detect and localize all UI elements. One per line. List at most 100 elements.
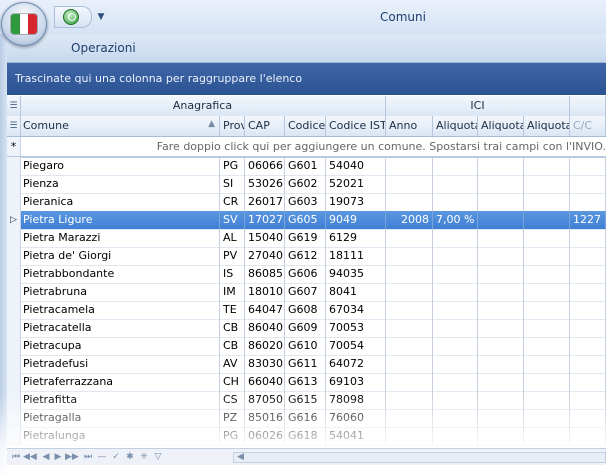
cell-codice-istat[interactable]: 67034 bbox=[326, 301, 386, 319]
row-selector-header-icon[interactable]: ☰ bbox=[7, 116, 21, 136]
table-row[interactable]: Pienza SI 53026 G602 52021 bbox=[7, 175, 606, 194]
cell-cc[interactable] bbox=[570, 193, 606, 211]
cell-aliquota-3[interactable] bbox=[524, 175, 570, 193]
cell-aliquota-3[interactable] bbox=[524, 337, 570, 355]
table-row[interactable]: Pietraferrazzana CH 66040 G613 69103 bbox=[7, 373, 606, 392]
cell-aliquota-2[interactable] bbox=[478, 175, 524, 193]
cell-comune[interactable]: Pietralunga bbox=[20, 427, 220, 445]
cell-aliquota-3[interactable] bbox=[524, 355, 570, 373]
cell-codice[interactable]: G613 bbox=[285, 373, 326, 391]
cell-aliquota-2[interactable] bbox=[478, 391, 524, 409]
cell-aliquota-1[interactable] bbox=[433, 319, 478, 337]
cell-aliquota-1[interactable] bbox=[433, 373, 478, 391]
cell-cc[interactable] bbox=[570, 247, 606, 265]
cell-aliquota-3[interactable] bbox=[524, 265, 570, 283]
current-row-indicator-icon[interactable]: ▷ bbox=[7, 211, 21, 229]
cell-prov[interactable]: PG bbox=[220, 427, 245, 445]
cell-aliquota-2[interactable] bbox=[478, 337, 524, 355]
cell-aliquota-1[interactable] bbox=[433, 193, 478, 211]
nav-apply-icon[interactable]: ✓ bbox=[111, 451, 121, 463]
cell-prov[interactable]: PG bbox=[220, 157, 245, 175]
cell-prov[interactable]: TE bbox=[220, 301, 245, 319]
table-row[interactable]: Piegaro PG 06066 G601 54040 bbox=[7, 157, 606, 176]
cell-cap[interactable]: 86040 bbox=[245, 319, 285, 337]
cell-aliquota-3[interactable] bbox=[524, 427, 570, 445]
nav-next-page-icon[interactable]: ▶▶ bbox=[65, 451, 79, 463]
cell-codice-istat[interactable]: 64072 bbox=[326, 355, 386, 373]
cell-cc[interactable] bbox=[570, 157, 606, 175]
table-row[interactable]: Pietracupa CB 86020 G610 70054 bbox=[7, 337, 606, 356]
nav-prev-icon[interactable]: ◀ bbox=[41, 451, 51, 463]
cell-cap[interactable]: 66040 bbox=[245, 373, 285, 391]
cell-comune[interactable]: Pietracupa bbox=[20, 337, 220, 355]
cell-codice[interactable]: G609 bbox=[285, 319, 326, 337]
cell-prov[interactable]: CB bbox=[220, 337, 245, 355]
cell-anno[interactable] bbox=[386, 229, 433, 247]
col-header-codice[interactable]: Codice bbox=[285, 116, 326, 136]
col-header-aliquota-1[interactable]: Aliquota bbox=[433, 116, 478, 136]
cell-cc[interactable] bbox=[570, 283, 606, 301]
col-header-aliquota-2[interactable]: Aliquota bbox=[478, 116, 524, 136]
cell-cc[interactable] bbox=[570, 229, 606, 247]
cell-aliquota-1[interactable] bbox=[433, 301, 478, 319]
cell-cap[interactable]: 15040 bbox=[245, 229, 285, 247]
cell-anno[interactable] bbox=[386, 265, 433, 283]
cell-prov[interactable]: CR bbox=[220, 193, 245, 211]
cell-aliquota-2[interactable] bbox=[478, 319, 524, 337]
cell-codice-istat[interactable]: 52021 bbox=[326, 175, 386, 193]
row-selector[interactable] bbox=[7, 247, 21, 265]
cell-cc[interactable]: 1227 bbox=[570, 211, 606, 229]
cell-comune[interactable]: Pietragalla bbox=[20, 409, 220, 427]
cell-aliquota-2[interactable] bbox=[478, 193, 524, 211]
cell-aliquota-2[interactable] bbox=[478, 229, 524, 247]
cell-aliquota-2[interactable] bbox=[478, 211, 524, 229]
cell-aliquota-1[interactable]: 7,00 % bbox=[433, 211, 478, 229]
cell-cap[interactable]: 83030 bbox=[245, 355, 285, 373]
cell-prov[interactable]: SI bbox=[220, 175, 245, 193]
band-ici[interactable]: ICI bbox=[386, 96, 570, 116]
cell-aliquota-3[interactable] bbox=[524, 283, 570, 301]
comuni-grid[interactable]: ☰ Anagrafica ICI ☰ Comune ▲ Prov CAP Cod… bbox=[7, 96, 606, 448]
row-selector[interactable] bbox=[7, 175, 21, 193]
cell-aliquota-2[interactable] bbox=[478, 283, 524, 301]
cell-anno[interactable] bbox=[386, 283, 433, 301]
cell-prov[interactable]: CS bbox=[220, 391, 245, 409]
cell-anno[interactable] bbox=[386, 355, 433, 373]
cell-prov[interactable]: IS bbox=[220, 265, 245, 283]
nav-delete-icon[interactable]: — bbox=[97, 451, 107, 463]
cell-aliquota-1[interactable] bbox=[433, 283, 478, 301]
cell-cc[interactable] bbox=[570, 337, 606, 355]
nav-next-icon[interactable]: ▶ bbox=[53, 451, 63, 463]
cell-codice-istat[interactable]: 9049 bbox=[326, 211, 386, 229]
horizontal-scrollbar[interactable]: ◀ bbox=[233, 452, 606, 463]
cell-cap[interactable]: 18010 bbox=[245, 283, 285, 301]
cell-codice[interactable]: G611 bbox=[285, 355, 326, 373]
cell-aliquota-2[interactable] bbox=[478, 409, 524, 427]
cell-aliquota-1[interactable] bbox=[433, 247, 478, 265]
cell-codice-istat[interactable]: 19073 bbox=[326, 193, 386, 211]
table-row[interactable]: Pietracamela TE 64047 G608 67034 bbox=[7, 301, 606, 320]
cell-cap[interactable]: 06066 bbox=[245, 157, 285, 175]
table-row[interactable]: ▷ Pietra Ligure SV 17027 G605 9049 2008 7,00 % 1… bbox=[7, 211, 606, 230]
table-row[interactable]: Pietrafitta CS 87050 G615 78098 bbox=[7, 391, 606, 410]
cell-codice-istat[interactable]: 94035 bbox=[326, 265, 386, 283]
cell-comune[interactable]: Pietraferrazzana bbox=[20, 373, 220, 391]
cell-aliquota-1[interactable] bbox=[433, 409, 478, 427]
table-row[interactable]: Pietra Marazzi AL 15040 G619 6129 bbox=[7, 229, 606, 248]
cell-prov[interactable]: CB bbox=[220, 319, 245, 337]
cell-aliquota-1[interactable] bbox=[433, 427, 478, 445]
cell-cc[interactable] bbox=[570, 175, 606, 193]
row-selector[interactable] bbox=[7, 283, 21, 301]
cell-comune[interactable]: Pietrafitta bbox=[20, 391, 220, 409]
row-selector[interactable] bbox=[7, 427, 21, 445]
cell-codice-istat[interactable]: 18111 bbox=[326, 247, 386, 265]
group-by-panel[interactable]: Trascinate qui una colonna per raggruppa… bbox=[7, 63, 606, 95]
col-header-comune[interactable]: Comune ▲ bbox=[20, 116, 220, 136]
row-selector[interactable] bbox=[7, 319, 21, 337]
cell-prov[interactable]: IM bbox=[220, 283, 245, 301]
cell-comune[interactable]: Pietra Marazzi bbox=[20, 229, 220, 247]
table-row[interactable]: Pietralunga PG 06026 G618 54041 bbox=[7, 427, 606, 446]
column-chooser-icon[interactable]: ☰ bbox=[7, 96, 21, 116]
cell-cap[interactable]: 64047 bbox=[245, 301, 285, 319]
cell-comune[interactable]: Pieranica bbox=[20, 193, 220, 211]
